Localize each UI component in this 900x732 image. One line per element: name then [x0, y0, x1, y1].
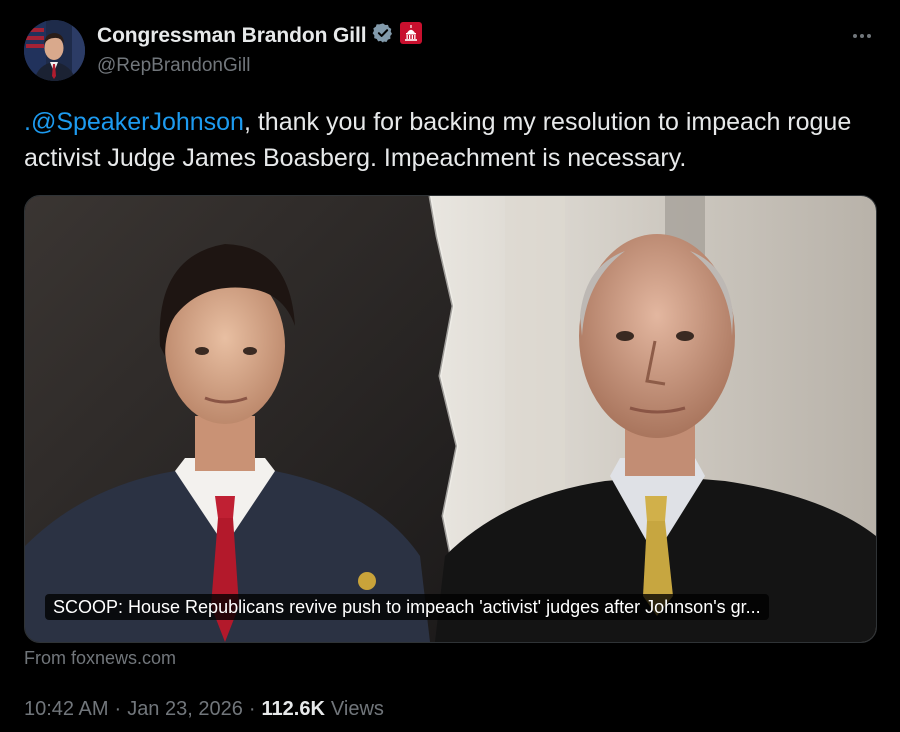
card-caption[interactable]: SCOOP: House Republicans revive push to … — [45, 594, 769, 620]
author-avatar[interactable] — [24, 20, 85, 81]
views-label: Views — [330, 698, 384, 720]
tweet-text: .@SpeakerJohnson, thank you for backing … — [24, 104, 874, 176]
capitol-dome-icon — [400, 22, 423, 49]
author-display-name[interactable]: Congressman Brandon Gill — [97, 24, 367, 48]
link-card[interactable]: SCOOP: House Republicans revive push to … — [24, 195, 877, 643]
meta-separator: · — [114, 698, 122, 720]
author-handle[interactable]: @RepBrandonGill — [97, 55, 250, 77]
views-count: 112.6K — [261, 698, 325, 720]
tweet-time[interactable]: 10:42 AM — [24, 698, 109, 721]
verified-badge-icon — [372, 22, 394, 49]
mention-link[interactable]: .@SpeakerJohnson — [24, 108, 244, 136]
more-options-icon[interactable] — [848, 22, 876, 50]
tweet-date[interactable]: Jan 23, 2026 — [127, 698, 243, 721]
card-image — [25, 196, 876, 642]
meta-separator: · — [248, 698, 256, 720]
card-source[interactable]: From foxnews.com — [24, 648, 176, 669]
tweet-meta: 10:42 AM · Jan 23, 2026 · 112.6K Views — [24, 698, 384, 721]
